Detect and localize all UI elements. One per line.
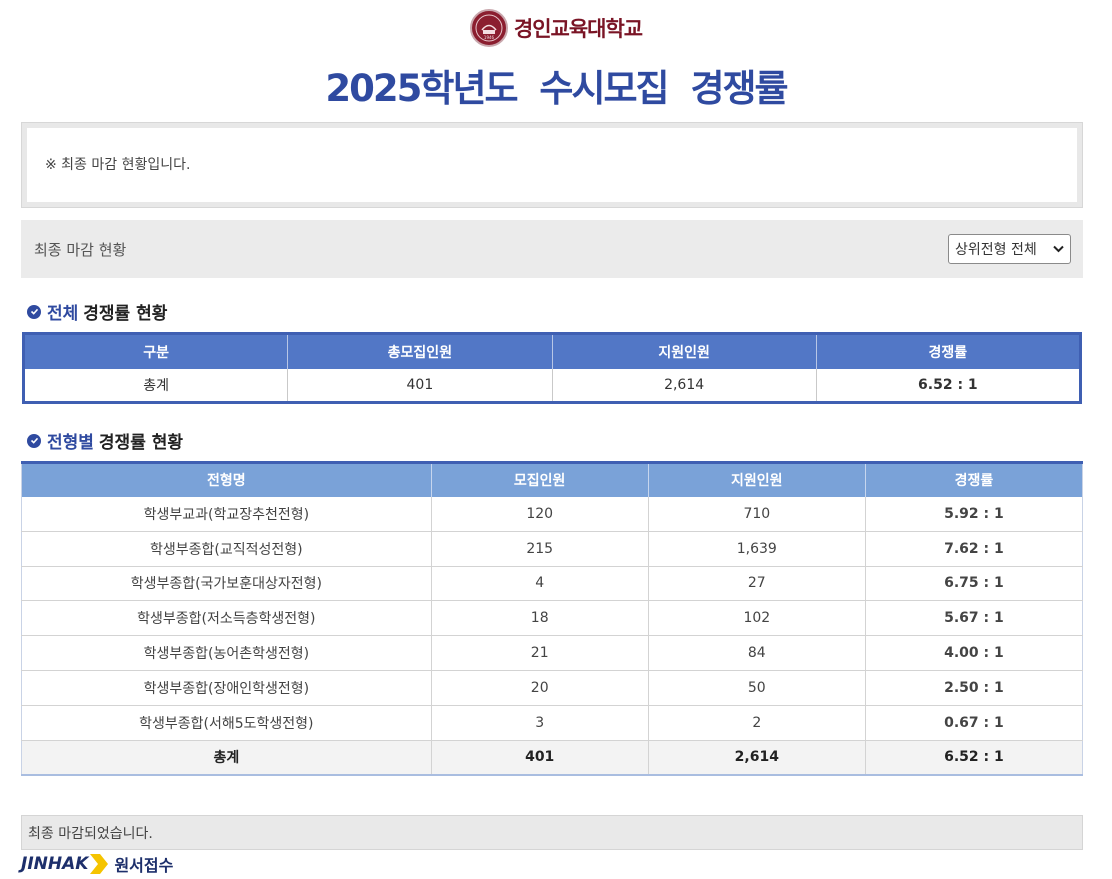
- table-cell: 102: [648, 600, 866, 637]
- table-row: 학생부종합(농어촌학생전형) 21 84 4.00 : 1: [21, 635, 1083, 671]
- check-circle-icon: [27, 304, 41, 319]
- table-cell: 84: [648, 635, 866, 671]
- table-cell: 120: [431, 496, 649, 532]
- university-logo[interactable]: 1946 경인교육대학교: [0, 8, 1112, 48]
- table-cell: 215: [431, 531, 649, 567]
- filter-bar: 최종 마감 현황 상위전형 전체: [21, 220, 1083, 278]
- table-header-row: 구분 총모집인원 지원인원 경쟁률: [23, 333, 1081, 369]
- table-cell: 2,614: [648, 740, 866, 775]
- column-header: 총모집인원: [287, 333, 553, 369]
- table-cell: 2: [648, 705, 866, 741]
- table-row: 학생부교과(학교장추천전형) 120 710 5.92 : 1: [21, 496, 1083, 532]
- total-section-title: 전체 경쟁률 현황: [27, 299, 167, 324]
- column-header: 지원인원: [552, 333, 817, 369]
- university-name: 경인교육대학교: [513, 17, 643, 41]
- table-row: 학생부종합(교직적성전형) 215 1,639 7.62 : 1: [21, 531, 1083, 567]
- filter-label: 최종 마감 현황: [34, 240, 127, 259]
- competition-ratio-cell: 6.75 : 1: [865, 566, 1083, 602]
- column-header: 경쟁률: [865, 462, 1083, 497]
- table-cell: 2,614: [552, 368, 817, 403]
- table-cell: 50: [648, 670, 866, 706]
- table-header-row: 전형명 모집인원 지원인원 경쟁률: [21, 462, 1083, 497]
- table-row: 학생부종합(저소득층학생전형) 18 102 5.67 : 1: [21, 600, 1083, 637]
- notice-box: ※ 최종 마감 현황입니다.: [21, 122, 1083, 208]
- table-row: 학생부종합(서해5도학생전형) 3 2 0.67 : 1: [21, 705, 1083, 741]
- university-seal-icon: 1946: [469, 9, 508, 47]
- competition-ratio-cell: 5.92 : 1: [865, 496, 1083, 532]
- table-cell: 4: [431, 566, 649, 602]
- table-cell: 20: [431, 670, 649, 706]
- chevron-down-icon: [1053, 245, 1064, 253]
- table-sum-row: 총계 401 2,614 6.52 : 1: [21, 740, 1083, 775]
- table-cell: 401: [287, 368, 553, 403]
- jinhak-brand-sub: 원서접수: [114, 856, 174, 875]
- table-cell: 710: [648, 496, 866, 532]
- jinhak-brand-word: JINHAK: [21, 854, 89, 874]
- notice-text: ※ 최종 마감 현황입니다.: [27, 128, 1077, 202]
- competition-ratio-cell: 0.67 : 1: [865, 705, 1083, 741]
- table-cell: 18: [431, 600, 649, 637]
- admission-type-cell: 학생부교과(학교장추천전형): [21, 496, 432, 532]
- section-title-text: 경쟁률 현황: [83, 304, 168, 324]
- admission-type-cell: 학생부종합(국가보훈대상자전형): [21, 566, 432, 602]
- column-header: 지원인원: [648, 462, 866, 497]
- footer-status-text: 최종 마감되었습니다.: [28, 825, 153, 842]
- check-circle-icon: [27, 433, 41, 448]
- table-cell: 3: [431, 705, 649, 741]
- jinhak-arrow-icon: [90, 854, 109, 874]
- table-cell: 401: [431, 740, 649, 775]
- table-row: 학생부종합(국가보훈대상자전형) 4 27 6.75 : 1: [21, 566, 1083, 602]
- table-cell: 27: [648, 566, 866, 602]
- column-header: 전형명: [21, 462, 432, 497]
- competition-ratio-cell: 7.62 : 1: [865, 531, 1083, 567]
- column-header: 구분: [23, 333, 289, 369]
- competition-ratio-cell: 6.52 : 1: [865, 740, 1083, 775]
- total-competition-table: 구분 총모집인원 지원인원 경쟁률 총계 401 2,614 6.52 : 1: [22, 332, 1082, 404]
- type-section-title: 전형별 경쟁률 현황: [27, 428, 183, 453]
- column-header: 모집인원: [431, 462, 649, 497]
- competition-ratio-cell: 2.50 : 1: [865, 670, 1083, 706]
- competition-ratio-cell: 6.52 : 1: [816, 368, 1081, 403]
- table-row: 학생부종합(장애인학생전형) 20 50 2.50 : 1: [21, 670, 1083, 706]
- page-header: 1946 경인교육대학교 2025학년도 수시모집 경쟁률: [0, 8, 1112, 112]
- competition-ratio-cell: 4.00 : 1: [865, 635, 1083, 671]
- page-title: 2025학년도 수시모집 경쟁률: [325, 67, 788, 110]
- table-cell: 총계: [23, 368, 289, 403]
- admission-type-select[interactable]: 상위전형 전체: [948, 234, 1071, 264]
- footer-status-bar: 최종 마감되었습니다.: [21, 815, 1083, 850]
- table-row: 총계 401 2,614 6.52 : 1: [23, 368, 1081, 403]
- table-cell: 1,639: [648, 531, 866, 567]
- column-header: 경쟁률: [816, 333, 1081, 369]
- admission-type-cell: 학생부종합(저소득층학생전형): [21, 600, 432, 637]
- admission-type-cell: 학생부종합(서해5도학생전형): [21, 705, 432, 741]
- section-title-accent: 전체: [47, 304, 79, 324]
- select-value: 상위전형 전체: [955, 242, 1037, 258]
- admission-type-cell: 학생부종합(장애인학생전형): [21, 670, 432, 706]
- admission-type-cell: 학생부종합(농어촌학생전형): [21, 635, 432, 671]
- sum-label-cell: 총계: [21, 740, 432, 775]
- type-competition-table: 전형명 모집인원 지원인원 경쟁률 학생부교과(학교장추천전형) 120 710…: [21, 461, 1083, 776]
- table-cell: 21: [431, 635, 649, 671]
- section-title-accent: 전형별: [47, 433, 94, 453]
- admission-type-cell: 학생부종합(교직적성전형): [21, 531, 432, 567]
- competition-ratio-cell: 5.67 : 1: [865, 600, 1083, 637]
- jinhak-logo[interactable]: JINHAK 원서접수: [21, 851, 173, 877]
- svg-text:1946: 1946: [484, 35, 495, 40]
- section-title-text: 경쟁률 현황: [98, 433, 184, 453]
